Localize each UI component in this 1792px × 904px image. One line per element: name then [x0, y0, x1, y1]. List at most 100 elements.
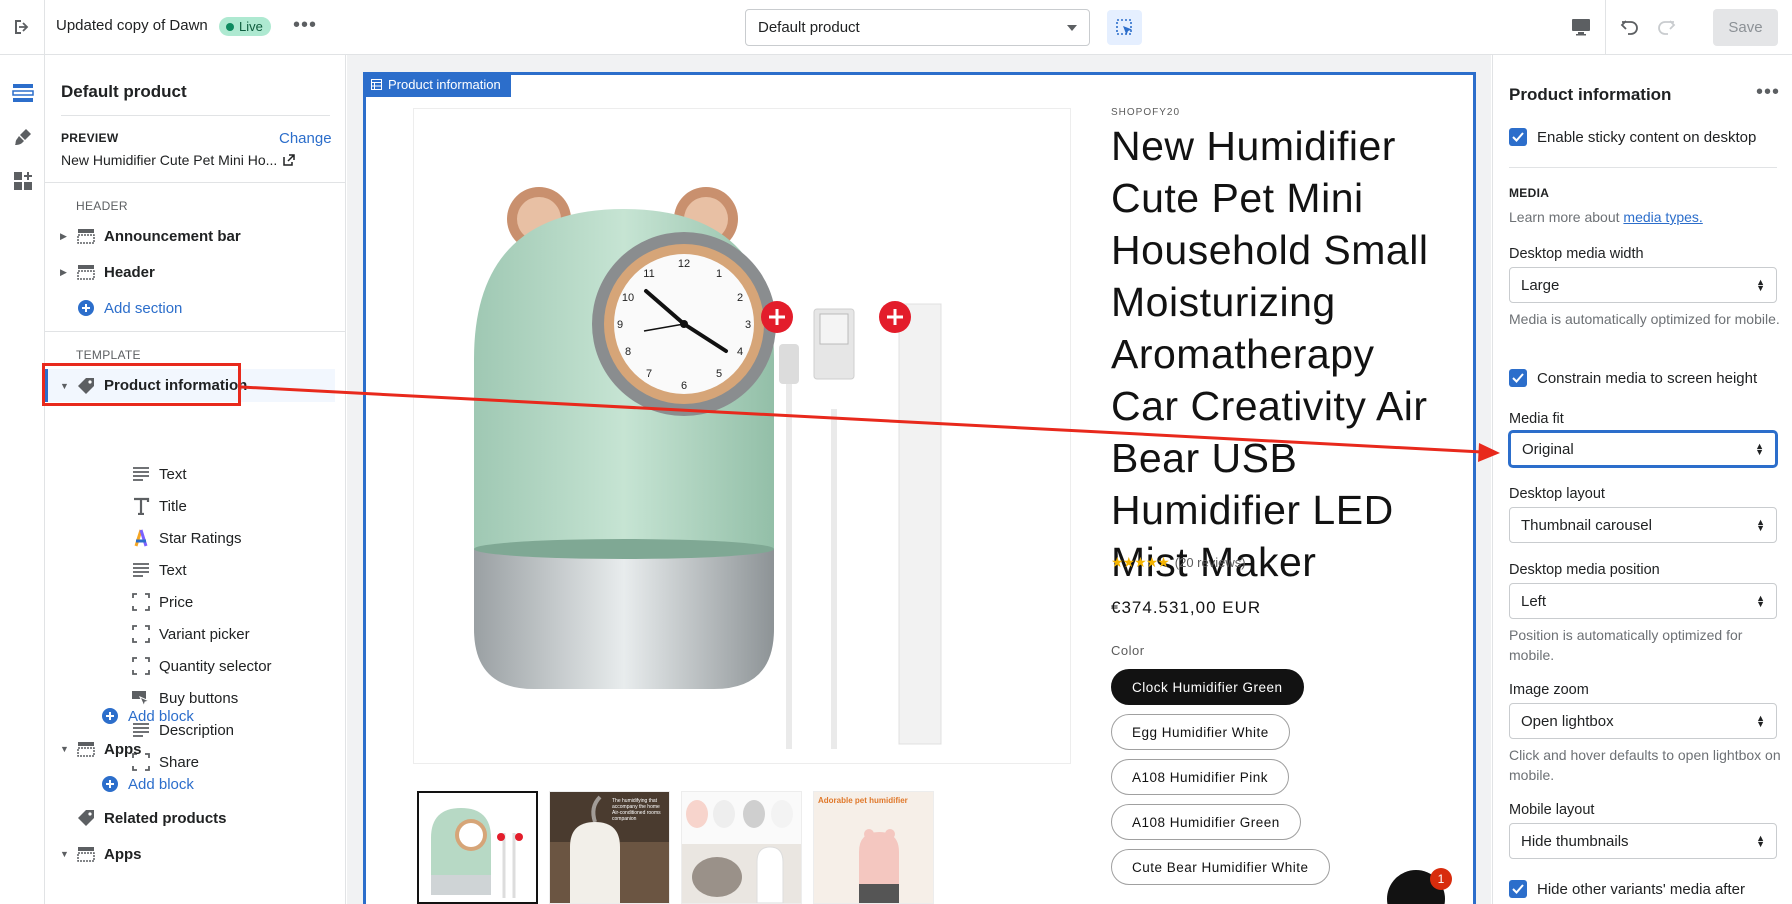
- product-thumbnail[interactable]: [417, 791, 538, 904]
- variant-option-button[interactable]: Clock Humidifier Green: [1111, 669, 1304, 705]
- save-button[interactable]: Save: [1713, 9, 1778, 46]
- section-frame-tag-label: Product information: [388, 77, 501, 92]
- variant-option-button[interactable]: Egg Humidifier White: [1111, 714, 1290, 750]
- app-embeds-nav-button[interactable]: [0, 159, 45, 203]
- block-item[interactable]: Text: [45, 459, 335, 489]
- undo-icon: [1620, 20, 1638, 35]
- device-preview-button[interactable]: [1563, 9, 1599, 45]
- add-block-label: Add block: [128, 775, 194, 793]
- thumbnail-caption: Adorable pet humidifier: [818, 796, 908, 805]
- section-label: Apps: [104, 740, 142, 758]
- redo-button[interactable]: [1648, 9, 1684, 45]
- section-label: Related products: [104, 809, 227, 827]
- text-icon: [131, 560, 151, 580]
- block-label: Quantity selector: [159, 657, 272, 675]
- sticky-content-checkbox-row[interactable]: Enable sticky content on desktop: [1509, 128, 1756, 146]
- select-value: Left: [1521, 592, 1547, 610]
- section-header[interactable]: ▶ Header: [45, 257, 335, 287]
- checkbox-checked-icon[interactable]: [1509, 369, 1527, 387]
- humidifier-variants-thumbnail: [682, 792, 801, 903]
- block-item[interactable]: Variant picker: [45, 619, 335, 649]
- undo-button[interactable]: [1612, 9, 1648, 45]
- theme-more-actions-button[interactable]: •••: [293, 14, 317, 37]
- image-zoom-select[interactable]: Open lightbox ▲ ▼: [1509, 703, 1777, 739]
- page-selector[interactable]: Default product: [745, 9, 1090, 46]
- hide-variants-media-checkbox-row[interactable]: Hide other variants' media after: [1509, 880, 1745, 898]
- sidebar-title: Default product: [61, 82, 187, 101]
- section-layout-icon: [76, 739, 96, 759]
- section-apps[interactable]: ▼ Apps: [45, 839, 335, 869]
- block-label: Star Ratings: [159, 529, 242, 547]
- add-circle-icon: [76, 298, 96, 318]
- add-block-button[interactable]: Add block: [45, 769, 335, 799]
- star-rating[interactable]: ★★★★★ (20 reviews): [1111, 554, 1246, 571]
- section-related-products[interactable]: Related products: [45, 803, 335, 833]
- block-item[interactable]: Price: [45, 587, 335, 617]
- select-arrows-icon: ▲ ▼: [1756, 833, 1765, 849]
- desktop-layout-select[interactable]: Thumbnail carousel ▲ ▼: [1509, 507, 1777, 543]
- media-types-link[interactable]: media types.: [1623, 209, 1702, 225]
- product-vendor: SHOPOFY20: [1111, 107, 1181, 118]
- svg-text:4: 4: [737, 346, 743, 358]
- svg-text:8: 8: [625, 346, 631, 358]
- add-section-button[interactable]: Add section: [45, 293, 335, 323]
- variant-option-button[interactable]: A108 Humidifier Green: [1111, 804, 1301, 840]
- block-item[interactable]: Text: [45, 555, 335, 585]
- select-value: Original: [1522, 440, 1574, 458]
- block-item[interactable]: Title: [45, 491, 335, 521]
- desktop-layout-label: Desktop layout: [1509, 486, 1605, 502]
- media-fit-select[interactable]: Original ▲ ▼: [1509, 431, 1777, 467]
- constrain-media-checkbox-row[interactable]: Constrain media to screen height: [1509, 369, 1757, 387]
- media-learn-more: Learn more about media types.: [1509, 207, 1781, 227]
- block-item[interactable]: Star Ratings: [45, 523, 335, 553]
- sections-nav-button[interactable]: [0, 71, 45, 115]
- caret-down-icon: [1067, 24, 1077, 31]
- caret-down-icon: ▼: [60, 849, 69, 859]
- chat-notification-badge: 1: [1430, 868, 1452, 890]
- inspector-toggle-button[interactable]: [1107, 10, 1142, 45]
- annotation-highlight-box: [42, 363, 241, 406]
- mobile-layout-label: Mobile layout: [1509, 802, 1595, 818]
- select-arrows-icon: ▲ ▼: [1756, 517, 1765, 533]
- humidifier-product-image: 121234567891011: [474, 187, 942, 749]
- change-preview-link[interactable]: Change: [279, 130, 332, 147]
- humidifier-thumbnail-image: [419, 793, 536, 902]
- product-thumbnail[interactable]: Adorable pet humidifier: [813, 791, 934, 904]
- settings-more-button[interactable]: •••: [1756, 81, 1780, 104]
- svg-text:11: 11: [643, 268, 654, 280]
- product-main-image[interactable]: 12 1 2 3 4 5 6 7 8 9 10 11: [413, 108, 1071, 764]
- desktop-media-position-select[interactable]: Left ▲ ▼: [1509, 583, 1777, 619]
- section-label: Announcement bar: [104, 227, 241, 245]
- pink-humidifier-thumbnail: [814, 792, 933, 903]
- title-icon: [131, 496, 151, 516]
- block-label: Text: [159, 561, 187, 579]
- add-circle-icon: [100, 706, 120, 726]
- checkbox-checked-icon[interactable]: [1509, 880, 1527, 898]
- product-thumbnail[interactable]: The humidifying that accompany the home …: [549, 791, 670, 904]
- theme-settings-nav-button[interactable]: [0, 115, 45, 159]
- live-dot-icon: [226, 22, 234, 31]
- product-thumbnail[interactable]: [681, 791, 802, 904]
- product-price: €374.531,00 EUR: [1111, 598, 1262, 617]
- zoom-note: Click and hover defaults to open lightbo…: [1509, 747, 1781, 783]
- variant-option-button[interactable]: A108 Humidifier Pink: [1111, 759, 1290, 795]
- svg-text:3: 3: [745, 319, 751, 331]
- add-block-button[interactable]: Add block: [45, 701, 335, 731]
- section-apps[interactable]: ▼ Apps: [45, 734, 335, 764]
- left-icon-rail: [0, 55, 45, 904]
- checkbox-checked-icon[interactable]: [1509, 128, 1527, 146]
- block-item[interactable]: Quantity selector: [45, 651, 335, 681]
- apps-icon: [13, 172, 32, 190]
- sticky-content-label: Enable sticky content on desktop: [1537, 128, 1757, 146]
- section-announcement-bar[interactable]: ▶ Announcement bar: [45, 221, 335, 251]
- block-label: Price: [159, 593, 194, 611]
- section-layout-icon: [76, 844, 96, 864]
- section-grid-icon: [371, 79, 382, 90]
- caret-down-icon: ▼: [60, 744, 69, 754]
- desktop-media-width-select[interactable]: Large ▲ ▼: [1509, 267, 1777, 303]
- preview-product[interactable]: New Humidifier Cute Pet Mini Ho...: [61, 152, 296, 168]
- top-bar: Updated copy of Dawn Live ••• Default pr…: [0, 0, 1792, 55]
- variant-option-button[interactable]: Cute Bear Humidifier White: [1111, 849, 1330, 885]
- mobile-layout-select[interactable]: Hide thumbnails ▲ ▼: [1509, 823, 1777, 859]
- exit-button[interactable]: [0, 0, 45, 54]
